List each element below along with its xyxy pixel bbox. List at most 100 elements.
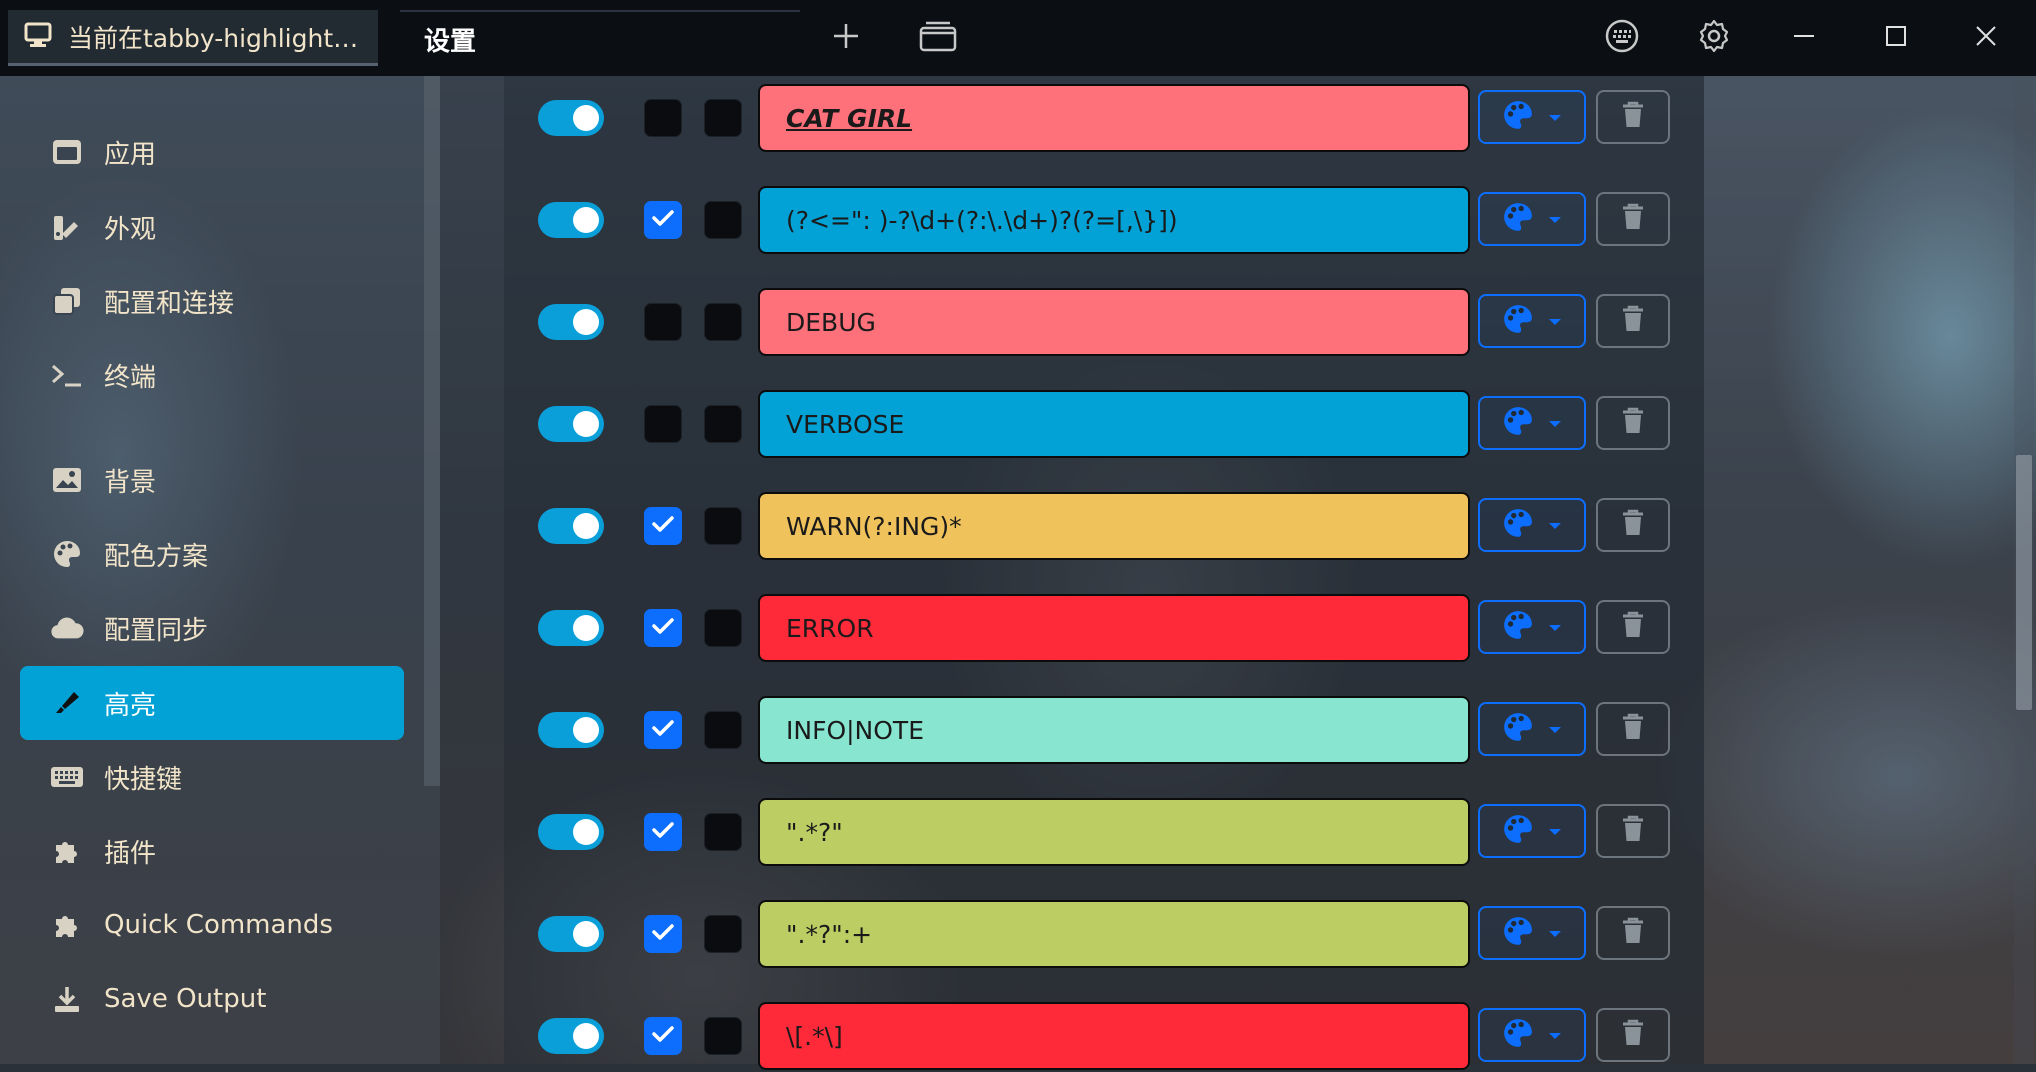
rule-color-picker-button[interactable] [1478, 1008, 1586, 1062]
caret-down-icon [1548, 516, 1562, 535]
rule-secondary-checkbox[interactable] [704, 813, 742, 851]
rule-pattern-input[interactable]: (?<=": )-?\d+(?:\.\d+)?(?=[,\}]) [758, 186, 1470, 254]
rule-secondary-checkbox[interactable] [704, 609, 742, 647]
rule-delete-button[interactable] [1596, 804, 1670, 858]
highlight-rule-row: ".*?" [0, 798, 2036, 868]
palette-icon [1502, 405, 1534, 441]
caret-down-icon [1548, 1026, 1562, 1045]
rule-color-picker-button[interactable] [1478, 600, 1586, 654]
rule-color-picker-button[interactable] [1478, 702, 1586, 756]
trash-icon [1621, 611, 1645, 643]
rule-secondary-checkbox[interactable] [704, 507, 742, 545]
caret-down-icon [1548, 312, 1562, 331]
rule-pattern-input[interactable]: ERROR [758, 594, 1470, 662]
rule-enabled-toggle[interactable] [538, 304, 604, 340]
rule-delete-button[interactable] [1596, 498, 1670, 552]
palette-icon [1502, 915, 1534, 951]
rule-delete-button[interactable] [1596, 600, 1670, 654]
rule-delete-button[interactable] [1596, 294, 1670, 348]
rule-color-picker-button[interactable] [1478, 90, 1586, 144]
new-tab-button[interactable] [822, 14, 870, 62]
rule-color-picker-button[interactable] [1478, 906, 1586, 960]
maximize-button[interactable] [1872, 14, 1920, 62]
rule-option-checkbox[interactable] [644, 711, 682, 749]
highlight-rule-row: \[.*\] [0, 1002, 2036, 1072]
trash-icon [1621, 509, 1645, 541]
rule-secondary-checkbox[interactable] [704, 1017, 742, 1055]
rule-enabled-toggle[interactable] [538, 712, 604, 748]
rule-color-picker-button[interactable] [1478, 804, 1586, 858]
rule-pattern-input[interactable]: CAT GIRL [758, 84, 1470, 152]
maximize-icon [1884, 24, 1908, 52]
settings-tab[interactable]: 设置 [400, 10, 800, 66]
rule-enabled-toggle[interactable] [538, 406, 604, 442]
trash-icon [1621, 203, 1645, 235]
palette-icon [1502, 1017, 1534, 1053]
rule-enabled-toggle[interactable] [538, 1018, 604, 1054]
rule-enabled-toggle[interactable] [538, 100, 604, 136]
palette-icon [1502, 609, 1534, 645]
rule-delete-button[interactable] [1596, 1008, 1670, 1062]
caret-down-icon [1548, 108, 1562, 127]
rule-delete-button[interactable] [1596, 702, 1670, 756]
rule-delete-button[interactable] [1596, 906, 1670, 960]
rule-secondary-checkbox[interactable] [704, 201, 742, 239]
rule-option-checkbox[interactable] [644, 813, 682, 851]
highlight-rule-row: ".*?":+ [0, 900, 2036, 970]
rule-secondary-checkbox[interactable] [704, 711, 742, 749]
rule-enabled-toggle[interactable] [538, 202, 604, 238]
trash-icon [1621, 1019, 1645, 1051]
plus-icon [831, 21, 861, 55]
rule-option-checkbox[interactable] [644, 915, 682, 953]
terminal-tab[interactable]: 当前在tabby-highlight… [8, 10, 378, 66]
trash-icon [1621, 101, 1645, 133]
minimize-button[interactable] [1780, 14, 1828, 62]
trash-icon [1621, 407, 1645, 439]
caret-down-icon [1548, 414, 1562, 433]
rule-pattern-input[interactable]: INFO|NOTE [758, 696, 1470, 764]
settings-tab-label: 设置 [424, 26, 477, 57]
caret-down-icon [1548, 210, 1562, 229]
rule-pattern-input[interactable]: ".*?":+ [758, 900, 1470, 968]
rule-delete-button[interactable] [1596, 90, 1670, 144]
rule-option-checkbox[interactable] [644, 1017, 682, 1055]
highlight-rule-row: CAT GIRL [0, 84, 2036, 154]
rule-delete-button[interactable] [1596, 396, 1670, 450]
rule-option-checkbox[interactable] [644, 201, 682, 239]
rule-delete-button[interactable] [1596, 192, 1670, 246]
checkmark-icon [651, 208, 675, 232]
rule-color-picker-button[interactable] [1478, 498, 1586, 552]
rule-enabled-toggle[interactable] [538, 508, 604, 544]
settings-button[interactable] [1690, 14, 1738, 62]
rule-color-picker-button[interactable] [1478, 396, 1586, 450]
rule-color-picker-button[interactable] [1478, 294, 1586, 348]
rule-pattern-input[interactable]: WARN(?:ING)* [758, 492, 1470, 560]
rule-enabled-toggle[interactable] [538, 916, 604, 952]
rule-secondary-checkbox[interactable] [704, 405, 742, 443]
rule-option-checkbox[interactable] [644, 507, 682, 545]
window-switcher-button[interactable] [914, 14, 962, 62]
rule-secondary-checkbox[interactable] [704, 303, 742, 341]
rule-pattern-input[interactable]: ".*?" [758, 798, 1470, 866]
rule-option-checkbox[interactable] [644, 405, 682, 443]
rule-option-checkbox[interactable] [644, 609, 682, 647]
rule-pattern-input[interactable]: \[.*\] [758, 1002, 1470, 1070]
rule-color-picker-button[interactable] [1478, 192, 1586, 246]
checkmark-icon [651, 1024, 675, 1048]
close-button[interactable] [1962, 14, 2010, 62]
checkmark-icon [651, 514, 675, 538]
palette-icon [1502, 813, 1534, 849]
keyboard-button[interactable] [1598, 14, 1646, 62]
rule-enabled-toggle[interactable] [538, 610, 604, 646]
rule-secondary-checkbox[interactable] [704, 99, 742, 137]
rule-secondary-checkbox[interactable] [704, 915, 742, 953]
rule-pattern-input[interactable]: VERBOSE [758, 390, 1470, 458]
rule-enabled-toggle[interactable] [538, 814, 604, 850]
palette-icon [1502, 303, 1534, 339]
caret-down-icon [1548, 720, 1562, 739]
rule-pattern-input[interactable]: DEBUG [758, 288, 1470, 356]
gear-icon [1697, 19, 1731, 57]
rule-option-checkbox[interactable] [644, 303, 682, 341]
rule-option-checkbox[interactable] [644, 99, 682, 137]
main-scrollbar-thumb[interactable] [2016, 455, 2032, 710]
